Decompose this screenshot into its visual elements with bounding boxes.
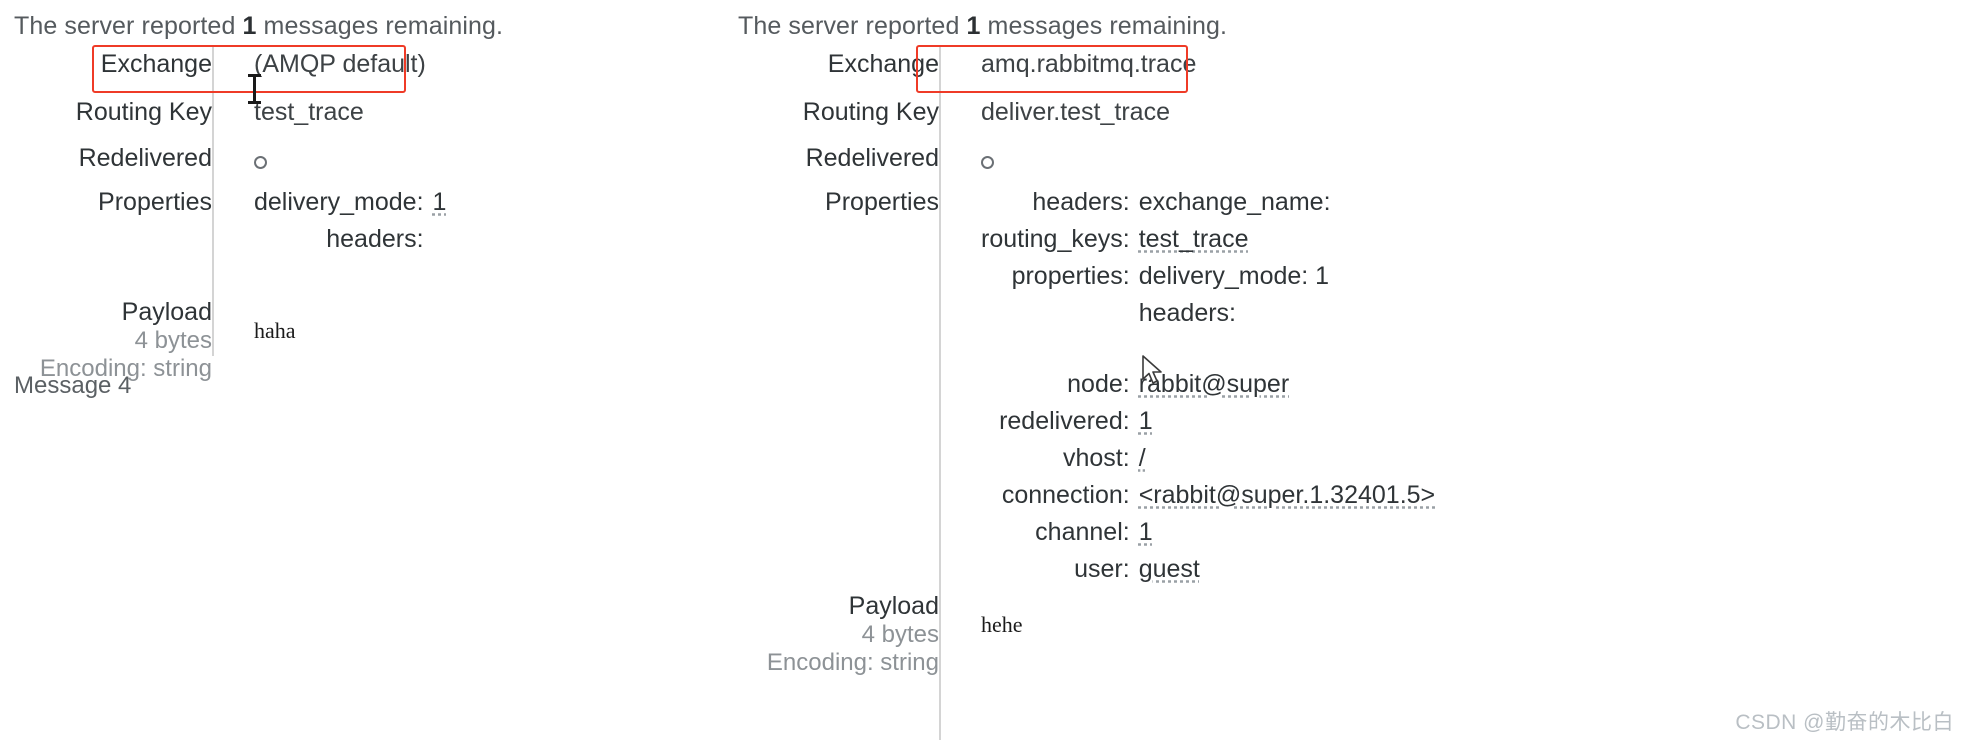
property-item: properties: delivery_mode: 1 [981, 262, 1435, 299]
property-key: properties: [1011, 262, 1130, 290]
property-item: vhost: / [981, 444, 1435, 481]
server-status-text: The server reported 1 messages remaining… [738, 12, 1227, 41]
property-item: node: rabbit@super [981, 370, 1435, 407]
right-exchange-row: Exchange amq.rabbitmq.trace [540, 50, 1960, 98]
redelivered-label: Redelivered [805, 144, 939, 172]
payload-label-cell: Payload 4 bytes Encoding: string [540, 592, 959, 677]
property-item: delivery_mode: 1 [254, 188, 446, 225]
property-key: delivery_mode: [254, 188, 424, 216]
property-value[interactable]: test_trace [1139, 225, 1435, 262]
redelivered-label: Redelivered [78, 144, 212, 172]
property-key: user: [1074, 555, 1130, 583]
right-routing-key-row: Routing Key deliver.test_trace [540, 98, 1960, 144]
message-index-label: Message 4 [14, 372, 132, 399]
payload-size: 4 bytes [861, 621, 939, 648]
exchange-label: Exchange [827, 50, 939, 78]
payload-encoding: Encoding: string [766, 649, 939, 676]
server-status-prefix: The server reported [738, 12, 967, 40]
property-key: channel: [1035, 518, 1130, 546]
property-value[interactable]: delivery_mode: 1 [1139, 262, 1435, 299]
right-message-details: Exchange amq.rabbitmq.trace Routing Key … [540, 50, 1960, 677]
property-value[interactable]: / [1139, 444, 1435, 481]
property-value[interactable]: 1 [433, 188, 447, 225]
payload-size: 4 bytes [134, 327, 212, 354]
property-value[interactable]: 1 [1139, 407, 1435, 444]
property-item: headers: exchange_name: [981, 188, 1435, 225]
server-status-suffix: messages remaining. [980, 12, 1228, 40]
property-key: headers: [1032, 188, 1130, 216]
csdn-watermark: CSDN @勤奋的木比白 [1735, 711, 1954, 734]
property-key [981, 299, 1139, 336]
server-status-count: 1 [966, 12, 981, 40]
right-payload-row: Payload 4 bytes Encoding: string hehe [540, 592, 1960, 677]
server-status-text: The server reported 1 messages remaining… [14, 12, 503, 41]
property-item: headers: [981, 299, 1435, 336]
redelivered-value [959, 144, 1960, 188]
property-item: headers: [254, 225, 446, 262]
property-value[interactable]: 1 [1139, 518, 1435, 555]
property-key: redelivered: [999, 407, 1130, 435]
payload-value-cell: hehe [959, 592, 1960, 677]
property-key: headers: [326, 225, 424, 253]
exchange-label: Exchange [100, 50, 212, 78]
property-item: user: guest [981, 555, 1435, 592]
properties-label: Properties [98, 188, 212, 216]
server-status-prefix: The server reported [14, 12, 243, 40]
property-item: routing_keys: test_trace [981, 225, 1435, 262]
mouse-pointer-icon [1142, 355, 1168, 387]
property-value[interactable]: guest [1139, 555, 1435, 592]
payload-label: Payload [848, 592, 939, 620]
payload-label: Payload [121, 298, 212, 326]
property-value [433, 225, 447, 262]
empty-circle-icon [981, 156, 994, 169]
right-properties-row: Properties headers: exchange_name: routi… [540, 188, 1960, 592]
routing-key-label: Routing Key [75, 98, 212, 126]
properties-label: Properties [825, 188, 939, 216]
empty-circle-icon [254, 156, 267, 169]
property-key: routing_keys: [981, 225, 1130, 253]
property-key: node: [1067, 370, 1130, 398]
right-redelivered-row: Redelivered [540, 144, 1960, 188]
property-value: headers: [1138, 299, 1236, 327]
routing-key-label: Routing Key [802, 98, 939, 126]
property-key: connection: [1001, 481, 1130, 509]
property-value[interactable]: <rabbit@super.1.32401.5> [1139, 481, 1435, 518]
property-key: vhost: [1063, 444, 1130, 472]
property-spacer [981, 336, 1435, 370]
property-item: connection: <rabbit@super.1.32401.5> [981, 481, 1435, 518]
routing-key-value: deliver.test_trace [981, 98, 1170, 126]
property-item: channel: 1 [981, 518, 1435, 555]
left-properties-list: delivery_mode: 1 headers: [254, 188, 446, 262]
server-status-count: 1 [242, 12, 257, 40]
server-status-suffix: messages remaining. [256, 12, 504, 40]
exchange-value: amq.rabbitmq.trace [981, 50, 1197, 78]
properties-value: headers: exchange_name: routing_keys: te… [959, 188, 1960, 592]
right-message-panel: The server reported 1 messages remaining… [738, 0, 1972, 740]
property-value[interactable]: rabbit@super [1139, 370, 1435, 407]
property-value: exchange_name: [1138, 188, 1331, 216]
right-properties-list: headers: exchange_name: routing_keys: te… [981, 188, 1435, 592]
text-cursor-icon [248, 74, 261, 104]
property-item: redelivered: 1 [981, 407, 1435, 444]
payload-body: hehe [981, 612, 1023, 637]
